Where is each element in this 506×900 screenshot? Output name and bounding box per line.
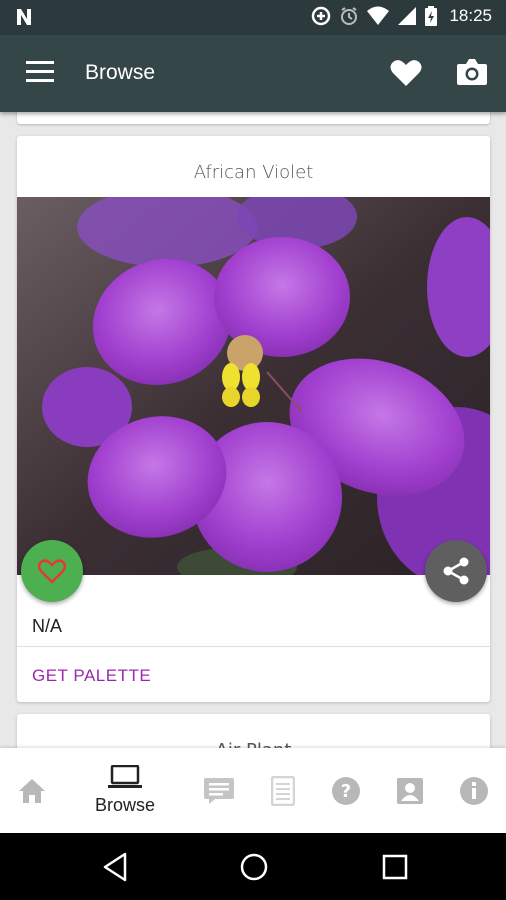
hamburger-icon[interactable] bbox=[26, 61, 54, 85]
browse-list[interactable]: African Violet N/A GET PALETTE bbox=[0, 112, 506, 748]
message-icon bbox=[204, 777, 234, 804]
nav-browse[interactable]: Browse bbox=[64, 748, 186, 833]
plant-name: African Violet bbox=[193, 162, 314, 183]
previous-card[interactable] bbox=[17, 112, 490, 124]
alarm-icon bbox=[341, 7, 358, 25]
app-bar: Browse bbox=[0, 35, 506, 112]
status-bar: 18:25 bbox=[0, 0, 506, 35]
nav-contacts[interactable] bbox=[378, 748, 442, 833]
share-button[interactable] bbox=[425, 540, 487, 602]
nav-browse-label: Browse bbox=[94, 795, 156, 815]
page-title: Browse bbox=[85, 61, 156, 84]
favorite-button[interactable] bbox=[21, 540, 83, 602]
nav-documents[interactable] bbox=[252, 748, 314, 833]
svg-text:?: ? bbox=[341, 781, 351, 802]
n-icon bbox=[14, 7, 34, 32]
recents-icon[interactable] bbox=[381, 852, 409, 887]
plant-info: N/A bbox=[32, 616, 63, 636]
data-saver-icon bbox=[312, 6, 331, 26]
home-icon bbox=[19, 778, 45, 803]
home-circle-icon[interactable] bbox=[239, 852, 269, 887]
bottom-nav: Browse ? bbox=[0, 748, 506, 833]
heart-icon[interactable] bbox=[390, 59, 422, 92]
battery-icon bbox=[425, 6, 438, 26]
document-icon bbox=[271, 775, 295, 806]
signal-icon bbox=[398, 7, 417, 25]
back-icon[interactable] bbox=[101, 852, 129, 887]
plant-image[interactable] bbox=[17, 197, 490, 575]
card-divider bbox=[17, 646, 490, 647]
camera-icon[interactable] bbox=[456, 57, 488, 92]
nav-messages[interactable] bbox=[186, 748, 252, 833]
share-icon bbox=[443, 557, 469, 585]
get-palette-button[interactable]: GET PALETTE bbox=[32, 666, 151, 686]
heart-outline-icon bbox=[38, 559, 66, 584]
nav-home[interactable] bbox=[0, 748, 64, 833]
next-plant-name: Air Plant bbox=[17, 740, 490, 748]
contact-icon bbox=[397, 777, 423, 804]
plant-card[interactable]: African Violet N/A GET PALETTE bbox=[17, 136, 490, 702]
info-icon bbox=[460, 776, 488, 805]
nav-info[interactable] bbox=[442, 748, 506, 833]
nav-help[interactable]: ? bbox=[314, 748, 378, 833]
system-nav bbox=[0, 833, 506, 900]
wifi-icon bbox=[367, 6, 390, 25]
laptop-icon bbox=[108, 765, 142, 788]
next-plant-card[interactable]: Air Plant bbox=[17, 714, 490, 748]
status-time: 18:25 bbox=[449, 6, 492, 25]
help-icon: ? bbox=[332, 776, 360, 805]
